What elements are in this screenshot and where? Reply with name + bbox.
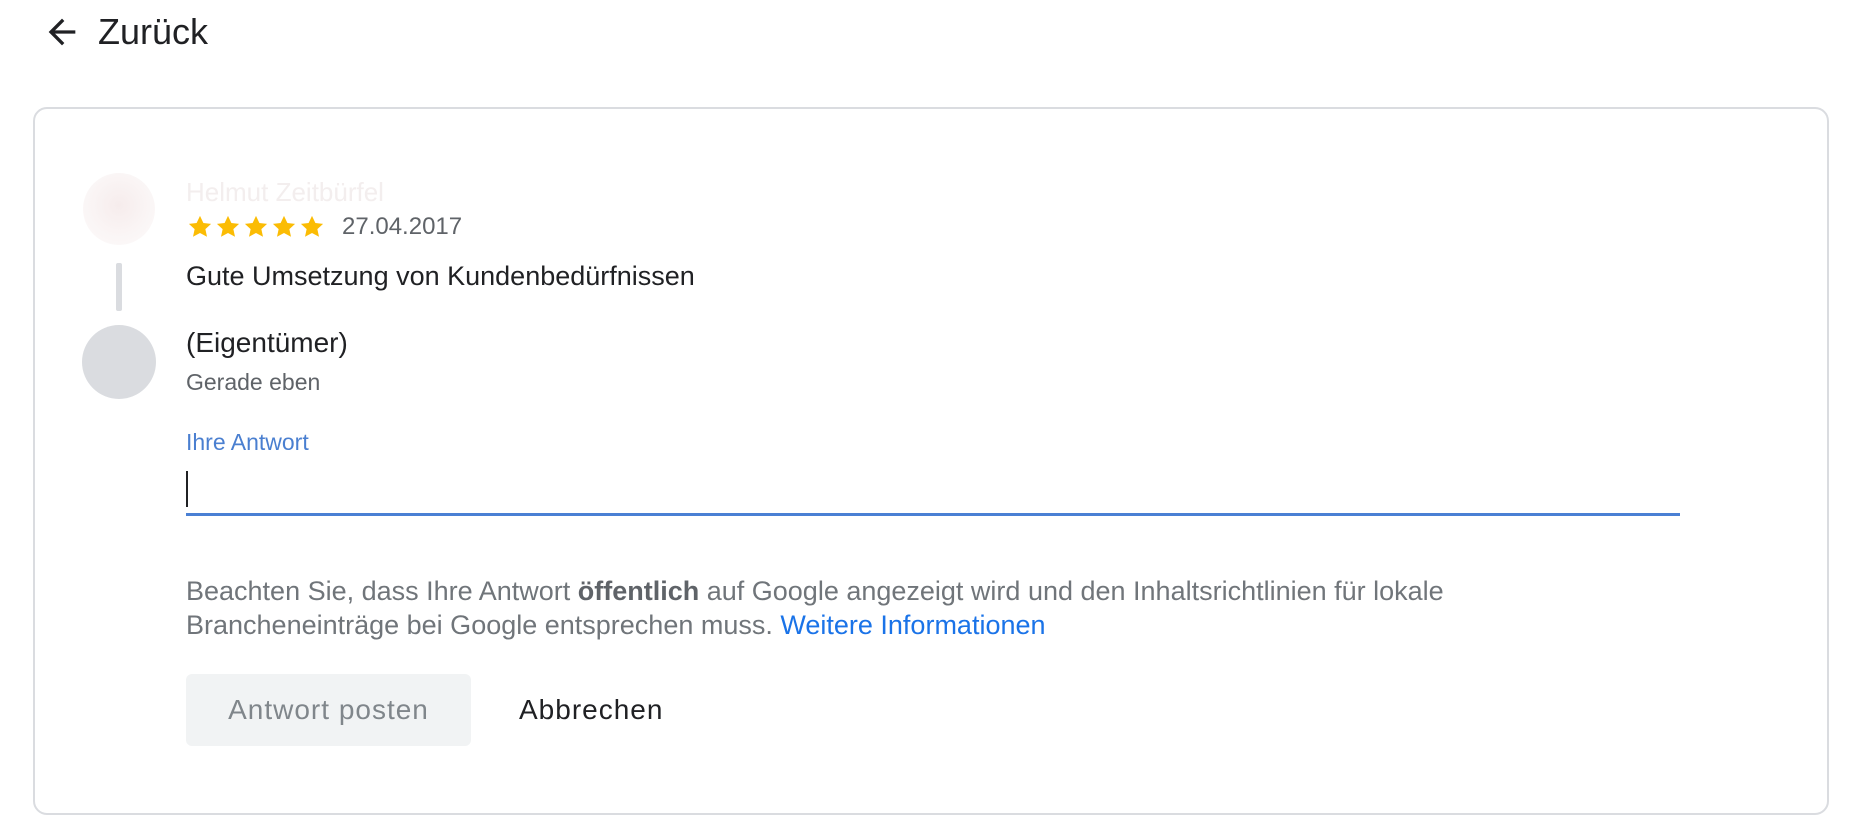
star-icon: [270, 213, 298, 241]
reviewer-name: Helmut Zeitbürfel: [186, 177, 384, 207]
notice-text-before: Beachten Sie, dass Ihre Antwort: [186, 576, 578, 606]
reply-timestamp: Gerade eben: [186, 369, 321, 395]
policy-notice: Beachten Sie, dass Ihre Antwort öffentli…: [186, 574, 1586, 642]
star-icon: [214, 213, 242, 241]
cancel-button[interactable]: Abbrechen: [505, 674, 677, 746]
rating-row: 27.04.2017: [186, 213, 462, 241]
arrow-left-icon: [40, 10, 84, 54]
back-button[interactable]: Zurück: [40, 10, 208, 54]
star-icon: [186, 213, 214, 241]
review-date: 27.04.2017: [342, 213, 463, 240]
back-label: Zurück: [98, 11, 209, 52]
review-card: Helmut Zeitbürfel 27.04.2017 Gute Umsetz…: [33, 107, 1829, 815]
notice-bold-text: öffentlich: [577, 576, 700, 606]
star-icon: [298, 213, 326, 241]
post-reply-button[interactable]: Antwort posten: [186, 674, 471, 746]
thread-line: [116, 263, 122, 311]
reply-input-container: [186, 465, 1680, 516]
text-caret: [186, 471, 188, 507]
owner-label: (Eigentümer): [186, 327, 348, 358]
reply-input[interactable]: [186, 465, 1680, 509]
review-text: Gute Umsetzung von Kundenbedürfnissen: [186, 261, 695, 291]
top-bar: Zurück: [0, 0, 1850, 70]
star-icon: [242, 213, 270, 241]
more-info-link[interactable]: Weitere Informationen: [780, 610, 1045, 640]
owner-avatar: [82, 325, 156, 399]
reply-field-label: Ihre Antwort: [186, 429, 309, 455]
star-rating: [186, 213, 326, 241]
reviewer-avatar: [83, 173, 155, 245]
